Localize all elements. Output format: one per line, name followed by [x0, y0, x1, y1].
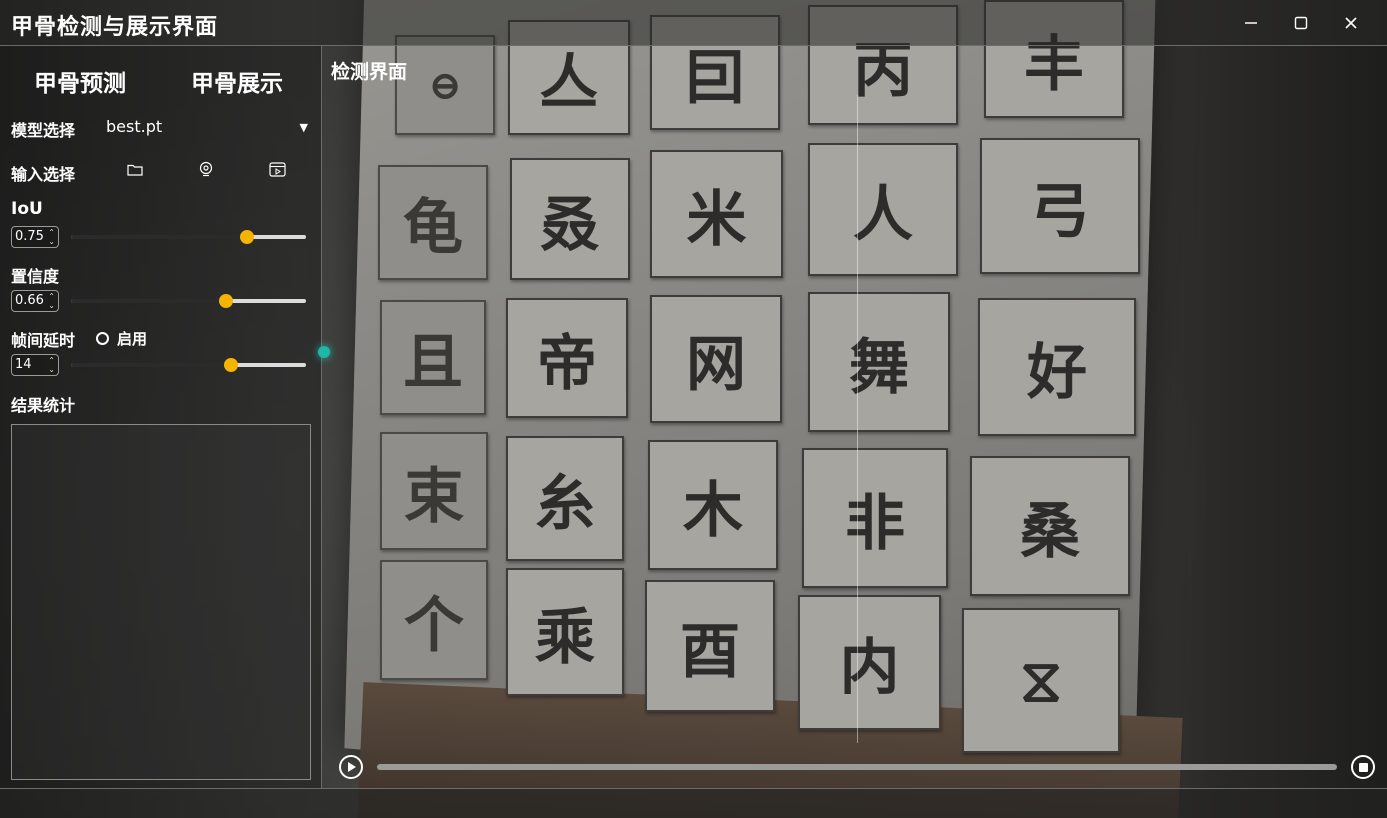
video-button[interactable]: [267, 160, 287, 178]
status-bar: [0, 788, 1387, 818]
iou-slider[interactable]: [71, 229, 306, 245]
oracle-card: ⊖: [395, 35, 495, 135]
confidence-slider[interactable]: [71, 293, 306, 309]
iou-value: 0.75: [15, 229, 44, 244]
oracle-card: 非: [802, 448, 948, 588]
oracle-card: 龟: [378, 165, 488, 280]
confidence-spinbox[interactable]: 0.66 ⌃ ⌄: [11, 290, 59, 312]
minimize-button[interactable]: [1240, 12, 1262, 34]
status-indicator-dot: [318, 346, 330, 358]
oracle-card: 木: [648, 440, 778, 570]
frame-delay-value: 14: [15, 357, 32, 372]
enable-radio[interactable]: 启用: [96, 328, 147, 349]
video-progress-bar[interactable]: [377, 764, 1337, 770]
oracle-card: 束: [380, 432, 488, 550]
maximize-button[interactable]: [1290, 12, 1312, 34]
frame-delay-slider[interactable]: [71, 357, 306, 373]
oracle-card: 帝: [506, 298, 628, 418]
detection-view-title: 检测界面: [331, 61, 408, 83]
model-select-label: 模型选择: [11, 121, 76, 140]
results-list[interactable]: [11, 424, 311, 780]
confidence-label: 置信度: [11, 267, 60, 286]
frame-divider-line: [857, 95, 858, 743]
webcam-button[interactable]: [196, 160, 216, 178]
webcam-icon: [199, 161, 213, 177]
chevron-down-icon: ▼: [299, 121, 308, 134]
oracle-card: 酉: [645, 580, 775, 712]
frame-delay-spinbox[interactable]: 14 ⌃ ⌄: [11, 354, 59, 376]
iou-spinbox[interactable]: 0.75 ⌃ ⌄: [11, 226, 59, 248]
tab-predict[interactable]: 甲骨预测: [34, 64, 126, 98]
minimize-icon: [1245, 22, 1257, 24]
spin-arrows-icon[interactable]: ⌃ ⌄: [48, 228, 55, 246]
oracle-card: ⧖: [962, 608, 1120, 753]
video-icon: [268, 161, 286, 177]
maximize-icon: [1294, 16, 1308, 30]
enable-radio-label: 启用: [117, 330, 148, 348]
oracle-card: 糸: [506, 436, 624, 561]
close-icon: [1345, 17, 1357, 29]
oracle-card: 人: [808, 143, 958, 276]
title-bar: 甲骨检测与展示界面: [0, 0, 1387, 46]
oracle-card: 舞: [808, 292, 950, 432]
slider-thumb[interactable]: [240, 230, 255, 244]
control-panel: 甲骨预测 甲骨展示 模型选择 best.pt ▼ 输入选择 IoU 0.75 ⌃…: [0, 46, 322, 788]
oracle-card: 个: [380, 560, 488, 680]
confidence-value: 0.66: [15, 293, 44, 308]
close-button[interactable]: [1340, 12, 1362, 34]
play-button[interactable]: [339, 755, 363, 779]
oracle-card: 好: [978, 298, 1136, 436]
window-title: 甲骨检测与展示界面: [11, 15, 219, 40]
oracle-card: 弓: [980, 138, 1140, 274]
oracle-card: 米: [650, 150, 783, 278]
slider-thumb[interactable]: [219, 294, 234, 308]
oracle-card: 且: [380, 300, 486, 415]
iou-label: IoU: [11, 199, 43, 219]
model-dropdown-value: best.pt: [106, 117, 163, 136]
folder-button[interactable]: [125, 160, 145, 178]
frame-delay-label: 帧间延时: [11, 331, 76, 350]
slider-thumb[interactable]: [223, 358, 238, 372]
spin-arrows-icon[interactable]: ⌃ ⌄: [48, 356, 55, 374]
oracle-card: 内: [798, 595, 941, 730]
spin-arrows-icon[interactable]: ⌃ ⌄: [48, 292, 55, 310]
input-select-label: 输入选择: [11, 165, 76, 184]
oracle-card: 桑: [970, 456, 1130, 596]
results-label: 结果统计: [11, 396, 76, 415]
radio-circle-icon: [96, 332, 109, 345]
stop-button[interactable]: [1351, 755, 1375, 779]
oracle-card: 叒: [510, 158, 630, 280]
folder-icon: [127, 164, 143, 176]
tab-show[interactable]: 甲骨展示: [191, 64, 283, 98]
oracle-card: 乘: [506, 568, 624, 696]
model-dropdown[interactable]: best.pt ▼: [106, 117, 312, 139]
oracle-card: 网: [650, 295, 782, 423]
